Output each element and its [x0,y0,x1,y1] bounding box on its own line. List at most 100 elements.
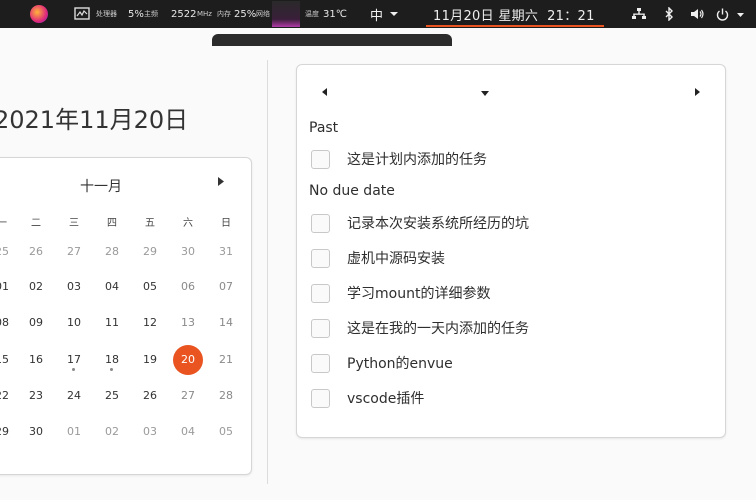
calendar-day[interactable]: 28 [211,381,241,411]
task-checkbox[interactable] [311,318,330,338]
calendar-day[interactable]: 03 [135,417,165,447]
weekday-label: 四 [107,218,117,229]
input-method-button[interactable]: 中 [370,0,399,28]
system-monitor-indicator[interactable] [74,0,90,28]
next-month-button[interactable] [217,176,225,190]
calendar-day[interactable]: 25 [97,381,127,411]
volume-button[interactable] [691,0,705,28]
task-label: 这是计划内添加的任务 [347,152,487,168]
calendar-day[interactable]: 29 [0,417,17,447]
task-checkbox[interactable] [311,213,330,233]
notification-strip [212,34,452,46]
calendar-day[interactable]: 13 [173,308,203,338]
calendar-day[interactable]: 04 [97,272,127,302]
calendar-day[interactable]: 05 [135,272,165,302]
freq-label: 主频 [144,10,158,18]
calendar-day[interactable]: 16 [21,345,51,375]
calendar-day[interactable]: 02 [21,272,51,302]
task-label: 学习mount的详细参数 [347,286,491,302]
calendar-day[interactable]: 15 [0,345,17,375]
clock-button[interactable]: 11月20日 星期六 21：21 [433,0,595,28]
cpu-value: 5% [128,8,144,20]
calendar-day[interactable]: 31 [211,237,241,267]
calendar-day[interactable]: 07 [211,272,241,302]
calendar-day[interactable]: 26 [135,381,165,411]
calendar-day-selected[interactable]: 20 [173,345,203,375]
calendar-day[interactable]: 02 [97,417,127,447]
arrow-right-icon [695,88,700,96]
calendar-day[interactable]: 09 [21,308,51,338]
task-checkbox[interactable] [311,149,330,169]
top-bar: 处理器 5% 主频 2522 MHz 内存 25% 网络 温度 31℃ 中 11… [0,0,756,28]
calendar-day[interactable]: 25 [0,237,17,267]
bluetooth-icon [665,7,673,21]
weekday-label: 一 [0,218,7,229]
cpu-label: 处理器 [96,10,117,18]
weekday-label: 日 [221,218,231,229]
calendar-day[interactable]: 19 [135,345,165,375]
calendar-day[interactable]: 26 [21,237,51,267]
calendar-day[interactable]: 29 [135,237,165,267]
freq-value: 2522 [171,8,197,20]
task-checkbox[interactable] [311,353,330,373]
weekday-label: 三 [69,218,79,229]
mem-value: 25% [234,8,257,20]
task-item[interactable]: 记录本次安装系统所经历的坑 [311,213,529,233]
calendar-day[interactable]: 21 [211,345,241,375]
list-selector-button[interactable] [480,89,490,100]
section-heading-no-due-date: No due date [309,183,395,199]
section-heading-past: Past [309,120,339,136]
task-item[interactable]: 这是计划内添加的任务 [311,149,487,169]
calendar-day[interactable]: 30 [173,237,203,267]
input-method-label: 中 [370,8,384,24]
task-item[interactable]: 这是在我的一天内添加的任务 [311,318,529,338]
net-label: 网络 [256,10,270,18]
prev-button[interactable] [321,87,328,100]
power-menu-button[interactable] [716,0,745,28]
calendar-day[interactable]: 11 [97,308,127,338]
next-button[interactable] [694,87,701,100]
task-item[interactable]: vscode插件 [311,388,424,408]
calendar-day[interactable]: 30 [21,417,51,447]
calendar-day[interactable]: 27 [59,237,89,267]
task-label: vscode插件 [347,391,425,407]
chevron-down-icon [737,12,744,17]
calendar-day[interactable]: 22 [0,381,17,411]
calendar-day[interactable]: 01 [59,417,89,447]
calendar-day[interactable]: 04 [173,417,203,447]
weekday-label: 五 [145,218,155,229]
task-item[interactable]: 学习mount的详细参数 [311,283,490,303]
calendar-day[interactable]: 06 [173,272,203,302]
calendar-day[interactable]: 23 [21,381,51,411]
mem-label: 内存 [217,10,231,18]
task-checkbox[interactable] [311,248,330,268]
calendar-day[interactable]: 12 [135,308,165,338]
bluetooth-button[interactable] [665,0,674,28]
app-logo-icon [30,5,48,23]
calendar-day[interactable]: 03 [59,272,89,302]
app-menu-button[interactable] [30,0,48,28]
temp-label: 温度 [305,10,319,18]
task-item[interactable]: Python的envue [311,353,453,373]
net-graph-bars [272,1,300,27]
event-indicator-dot [110,368,113,371]
task-item[interactable]: 虚机中源码安装 [311,248,445,268]
monitor-icon [74,7,90,20]
network-button[interactable] [632,0,646,28]
calendar-day[interactable]: 14 [211,308,241,338]
task-checkbox[interactable] [311,283,330,303]
weekday-label: 六 [183,218,193,229]
calendar-day[interactable]: 01 [0,272,17,302]
task-label: 这是在我的一天内添加的任务 [347,321,529,337]
calendar-day[interactable]: 27 [173,381,203,411]
calendar-day[interactable]: 24 [59,381,89,411]
calendar-day[interactable]: 28 [97,237,127,267]
calendar-day[interactable]: 05 [211,417,241,447]
calendar-day[interactable]: 08 [0,308,17,338]
tasks-panel: Past 这是计划内添加的任务 No due date 记录本次安装系统所经历的… [296,64,726,438]
selected-date-heading: 2021年11月20日 [0,106,189,134]
task-label: 记录本次安装系统所经历的坑 [347,216,529,232]
calendar-day[interactable]: 10 [59,308,89,338]
arrow-right-icon [218,177,224,186]
task-checkbox[interactable] [311,388,330,408]
